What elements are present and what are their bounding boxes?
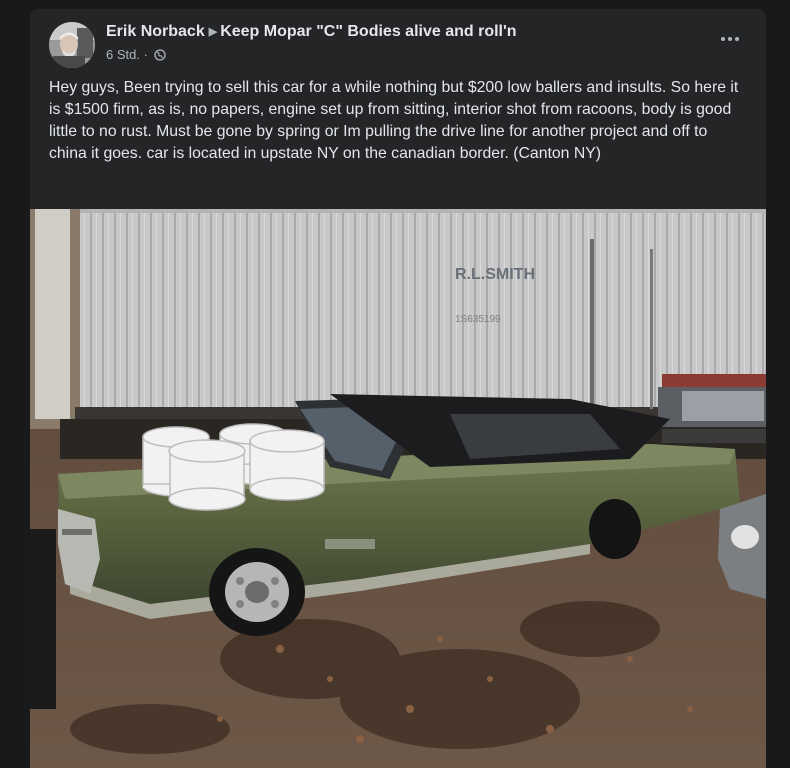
more-dot xyxy=(735,37,739,41)
author-group-line: Erik Norback ▶ Keep Mopar "C" Bodies alive… xyxy=(106,22,517,42)
more-dot xyxy=(728,37,732,41)
post-meta: 6 Std. · xyxy=(106,47,166,65)
author-name[interactable]: Erik Norback xyxy=(106,23,205,40)
more-dot xyxy=(721,37,725,41)
arrow-right-icon: ▶ xyxy=(208,26,218,38)
post-header: Erik Norback ▶ Keep Mopar "C" Bodies alive… xyxy=(30,9,766,69)
white-wheels xyxy=(142,423,325,511)
trailer-number: 1S635199 xyxy=(455,314,501,325)
car-photo: R.L.SMITH 1S635199 xyxy=(30,209,766,768)
post-card: Erik Norback ▶ Keep Mopar "C" Bodies alive… xyxy=(30,9,766,768)
trailer-lettering: R.L.SMITH xyxy=(455,266,535,283)
avatar[interactable] xyxy=(49,22,95,68)
post-timestamp[interactable]: 6 Std. · xyxy=(106,47,148,62)
group-name[interactable]: Keep Mopar "C" Bodies alive and roll'n xyxy=(220,23,516,40)
more-options-button[interactable] xyxy=(716,29,744,49)
post-body-text: Hey guys, Been trying to sell this car f… xyxy=(49,79,739,162)
post-photo[interactable]: R.L.SMITH 1S635199 xyxy=(30,209,766,768)
avatar-image xyxy=(49,22,95,68)
globe-icon[interactable] xyxy=(153,49,166,65)
